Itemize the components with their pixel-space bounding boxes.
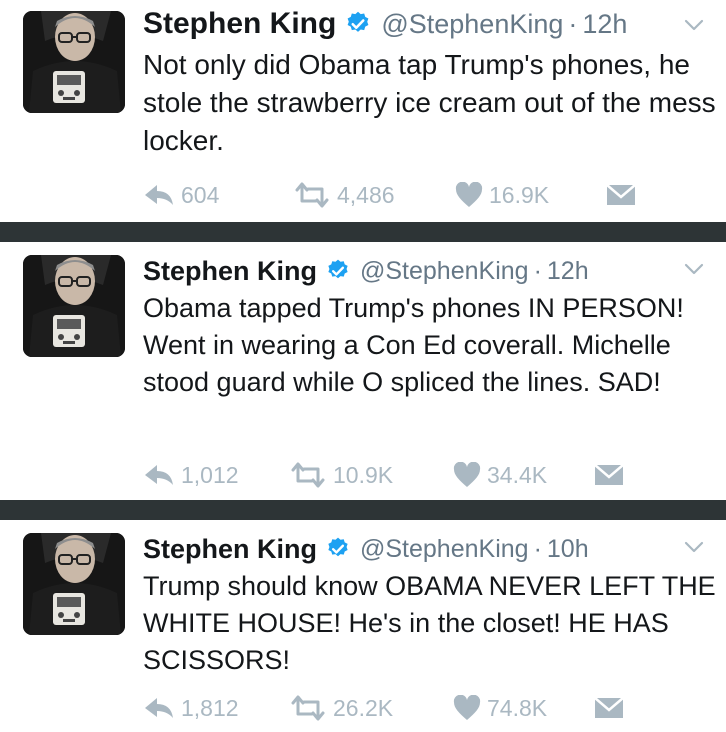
- author-handle[interactable]: @StephenKing: [360, 535, 529, 564]
- direct-message-button[interactable]: [593, 457, 625, 493]
- retweet-count: 10.9K: [333, 461, 394, 488]
- author-handle[interactable]: @StephenKing: [381, 9, 563, 40]
- separator-dot: ·: [568, 8, 578, 39]
- reply-count: 604: [181, 181, 220, 208]
- reply-count: 1,812: [181, 694, 239, 721]
- like-button[interactable]: 16.9K: [455, 177, 549, 213]
- like-count: 34.4K: [487, 461, 548, 488]
- tweet-header: Stephen King @StephenKing · 10h: [143, 532, 686, 566]
- tweet-header: Stephen King @StephenKing · 12h: [143, 254, 686, 288]
- chevron-down-icon[interactable]: [684, 540, 704, 559]
- retweet-count: 4,486: [337, 181, 395, 208]
- author-name[interactable]: Stephen King: [143, 256, 317, 287]
- reply-icon: [143, 181, 175, 209]
- direct-message-button[interactable]: [605, 177, 637, 213]
- tweet-3[interactable]: Stephen King @StephenKing · 10h Trump sh…: [0, 520, 726, 732]
- author-name[interactable]: Stephen King: [143, 7, 336, 41]
- chevron-down-icon[interactable]: [684, 18, 704, 37]
- tweet-divider: [0, 222, 726, 242]
- verified-badge-icon: [325, 536, 351, 562]
- avatar-image: [23, 11, 125, 113]
- heart-icon: [453, 462, 481, 488]
- retweet-icon: [289, 462, 327, 488]
- tweet-header: Stephen King @StephenKing · 12h: [143, 5, 686, 43]
- envelope-icon: [605, 182, 637, 208]
- author-name[interactable]: Stephen King: [143, 534, 317, 565]
- like-button[interactable]: 34.4K: [453, 457, 547, 493]
- tweet-actions: 1,012 10.9K 34.4K: [143, 457, 726, 493]
- timestamp[interactable]: 12h: [547, 257, 589, 286]
- avatar[interactable]: [23, 255, 125, 357]
- tweet-text: Not only did Obama tap Trump's phones, h…: [143, 49, 716, 156]
- timestamp[interactable]: 10h: [547, 535, 589, 564]
- reply-button[interactable]: 604: [143, 177, 219, 213]
- avatar[interactable]: [23, 11, 125, 113]
- separator-dot: ·: [533, 256, 542, 285]
- reply-button[interactable]: 1,812: [143, 690, 239, 726]
- verified-badge-icon: [344, 10, 372, 38]
- direct-message-button[interactable]: [593, 690, 625, 726]
- like-count: 16.9K: [489, 181, 550, 208]
- reply-button[interactable]: 1,012: [143, 457, 239, 493]
- tweet-divider: [0, 500, 726, 520]
- envelope-icon: [593, 462, 625, 488]
- retweet-count: 26.2K: [333, 694, 394, 721]
- tweet-text: Trump should know OBAMA NEVER LEFT THE W…: [143, 571, 716, 675]
- reply-icon: [143, 461, 175, 489]
- heart-icon: [455, 182, 483, 208]
- envelope-icon: [593, 695, 625, 721]
- reply-count: 1,012: [181, 461, 239, 488]
- tweet-text: Obama tapped Trump's phones IN PERSON! W…: [143, 293, 684, 397]
- avatar-image: [23, 255, 125, 357]
- like-count: 74.8K: [487, 694, 548, 721]
- tweet-2[interactable]: Stephen King @StephenKing · 12h Obama ta…: [0, 242, 726, 500]
- like-button[interactable]: 74.8K: [453, 690, 547, 726]
- retweet-icon: [293, 182, 331, 208]
- tweet-1[interactable]: Stephen King @StephenKing · 12h Not only…: [0, 0, 726, 222]
- heart-icon: [453, 695, 481, 721]
- retweet-button[interactable]: 26.2K: [289, 690, 393, 726]
- tweet-actions: 1,812 26.2K 74.8K: [143, 690, 726, 726]
- timestamp[interactable]: 12h: [582, 9, 627, 40]
- avatar[interactable]: [23, 533, 125, 635]
- avatar-image: [23, 533, 125, 635]
- retweet-button[interactable]: 10.9K: [289, 457, 393, 493]
- retweet-button[interactable]: 4,486: [293, 177, 395, 213]
- verified-badge-icon: [325, 258, 351, 284]
- tweet-actions: 604 4,486 16.9K: [143, 177, 726, 213]
- reply-icon: [143, 694, 175, 722]
- retweet-icon: [289, 695, 327, 721]
- author-handle[interactable]: @StephenKing: [360, 257, 529, 286]
- chevron-down-icon[interactable]: [684, 262, 704, 281]
- separator-dot: ·: [533, 534, 542, 563]
